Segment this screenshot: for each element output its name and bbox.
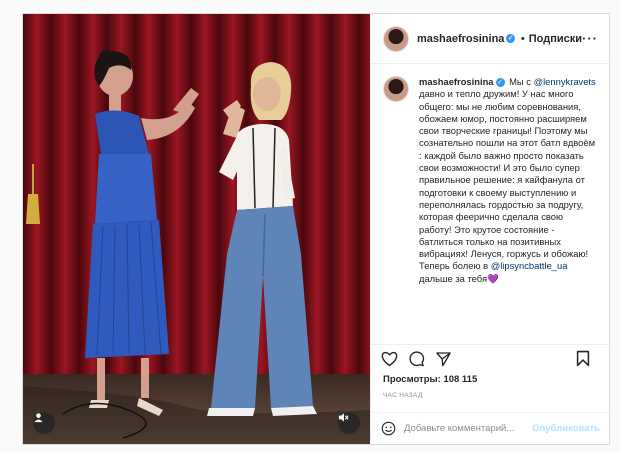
caption-body2: дальше за тебя bbox=[419, 272, 488, 284]
curtain bbox=[23, 14, 370, 404]
sound-toggle-button[interactable] bbox=[338, 412, 360, 434]
avatar[interactable] bbox=[383, 25, 409, 52]
emoji-icon[interactable] bbox=[381, 421, 396, 436]
more-horizontal-icon[interactable]: ··· bbox=[582, 31, 598, 46]
like-button[interactable] bbox=[381, 351, 398, 367]
post-video[interactable] bbox=[23, 14, 370, 444]
views-number: 108 115 bbox=[443, 374, 478, 385]
bookmark-icon bbox=[576, 350, 590, 367]
comment-form: Добавьте комментарий... Опубликовать bbox=[371, 412, 610, 444]
heart-icon bbox=[381, 351, 398, 366]
caption-avatar[interactable] bbox=[383, 76, 409, 102]
instagram-post: mashaefrosinina ✓ • Подписки ··· mashaef… bbox=[22, 13, 610, 445]
separator-dot: • bbox=[520, 32, 525, 45]
caption-line1: Мы с bbox=[506, 76, 531, 87]
user-icon bbox=[34, 413, 43, 423]
verified-badge-icon: ✓ bbox=[506, 34, 515, 43]
header-username[interactable]: mashaefrosinina bbox=[417, 33, 504, 45]
share-button[interactable] bbox=[435, 351, 452, 367]
mention-lennykravets[interactable]: @lennykravets bbox=[534, 76, 596, 87]
tagged-users-button[interactable] bbox=[33, 412, 55, 434]
purple-heart-emoji: 💜 bbox=[487, 272, 499, 284]
caption-text: mashaefrosinina ✓ Мы с @lennykravets давн… bbox=[419, 76, 598, 326]
caption-username[interactable]: mashaefrosinina bbox=[419, 76, 494, 87]
speaker-muted-icon bbox=[338, 413, 349, 422]
post-header: mashaefrosinina ✓ • Подписки ··· bbox=[371, 14, 610, 64]
post-time[interactable]: ЧАС НАЗАД bbox=[383, 392, 423, 399]
views-count[interactable]: Просмотры: 108 115 bbox=[383, 374, 477, 385]
save-button[interactable] bbox=[576, 350, 590, 367]
comment-input[interactable]: Добавьте комментарий... bbox=[404, 423, 514, 434]
views-label: Просмотры: bbox=[383, 374, 441, 385]
post-actions bbox=[371, 344, 610, 372]
post-caption: mashaefrosinina ✓ Мы с @lennykravets давн… bbox=[371, 64, 610, 326]
caption-verified-icon: ✓ bbox=[495, 78, 505, 88]
video-frame bbox=[23, 14, 370, 444]
publish-button[interactable]: Опубликовать bbox=[532, 423, 600, 434]
post-sidebar: mashaefrosinina ✓ • Подписки ··· mashaef… bbox=[370, 14, 610, 444]
comment-icon bbox=[409, 350, 425, 366]
mention-lipsyncbattle[interactable]: @lipsyncbattle_ua bbox=[491, 260, 568, 271]
comment-button[interactable] bbox=[408, 350, 425, 367]
send-icon bbox=[436, 351, 451, 366]
caption-body1: давно и тепло дружим! У нас много общего… bbox=[419, 88, 596, 272]
following-button[interactable]: Подписки bbox=[529, 33, 582, 45]
